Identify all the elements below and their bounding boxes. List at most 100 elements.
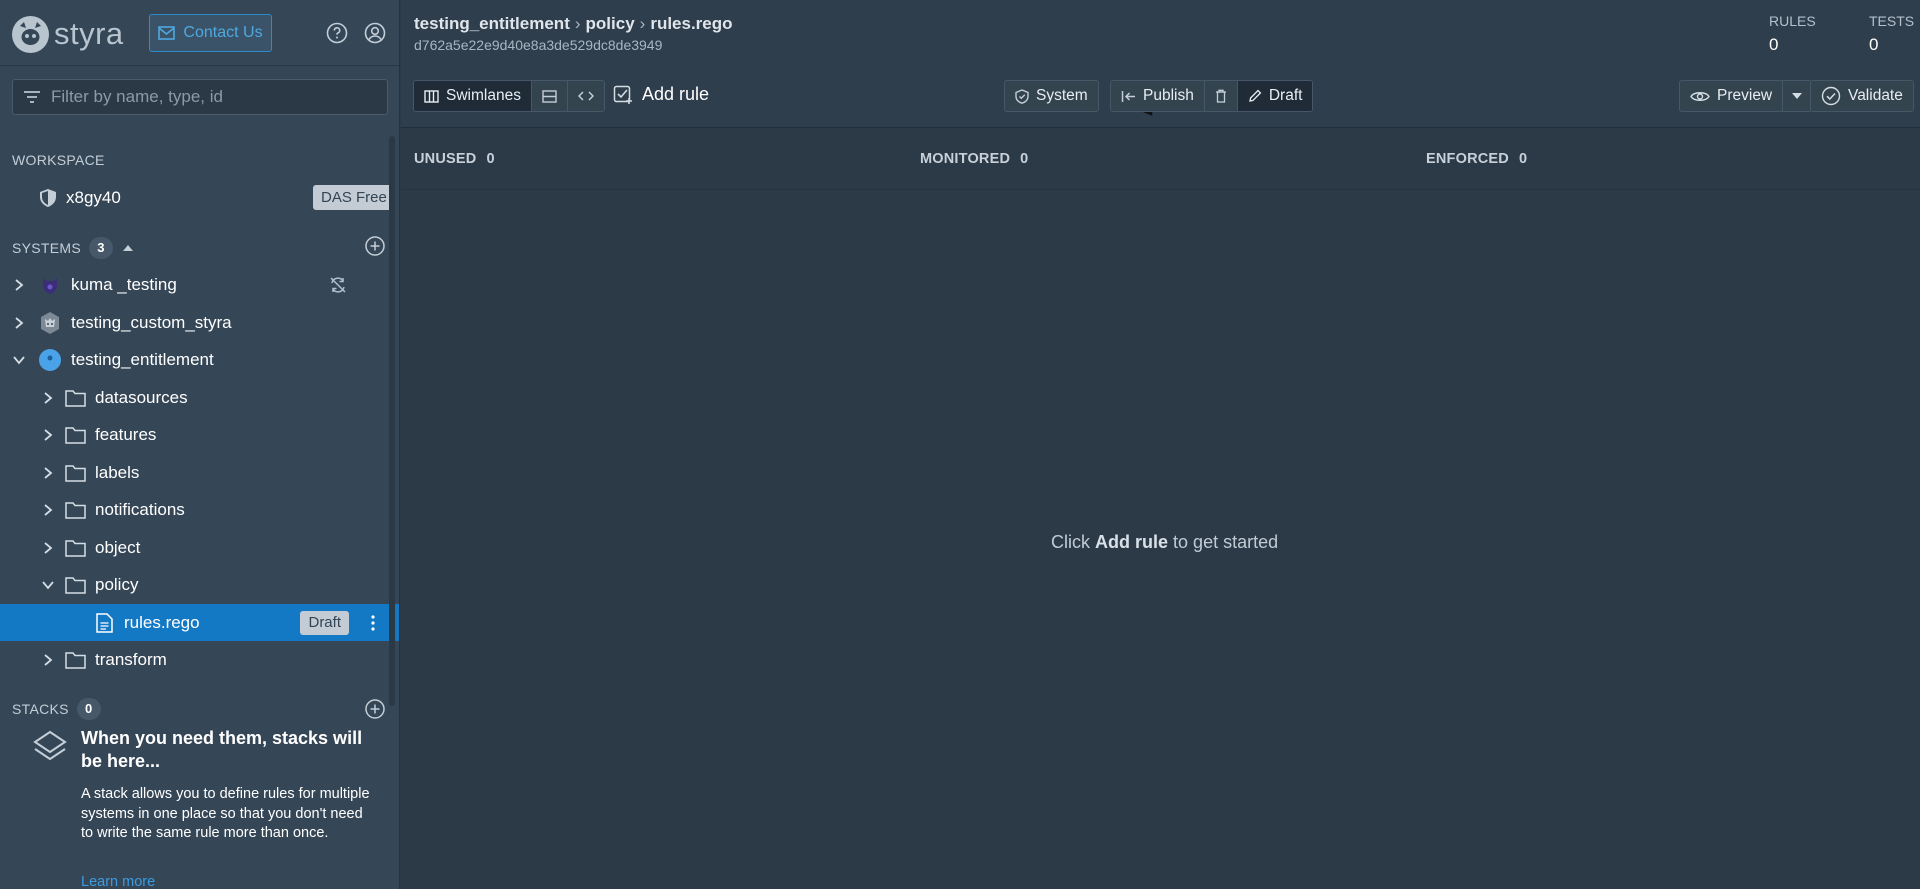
chevron-right-icon[interactable] bbox=[40, 427, 56, 443]
editor-header: testing_entitlement › policy › rules.rego d7… bbox=[401, 0, 1920, 128]
folder-item-features[interactable]: features bbox=[0, 416, 399, 453]
folder-icon bbox=[65, 464, 86, 482]
system-item-kuma-testing[interactable]: kuma _testing bbox=[0, 266, 399, 303]
add-system-icon[interactable] bbox=[364, 235, 386, 257]
systems-count-badge: 3 bbox=[89, 237, 114, 259]
system-item-label: testing_custom_styra bbox=[71, 312, 232, 332]
empty-state-emphasis: Add rule bbox=[1095, 532, 1169, 552]
folder-label: object bbox=[95, 537, 141, 557]
chevron-right-icon[interactable] bbox=[40, 390, 56, 406]
filter-input[interactable] bbox=[51, 87, 371, 107]
logo-text: styra bbox=[54, 16, 124, 51]
draft-button[interactable]: Draft bbox=[1237, 81, 1313, 111]
columns-icon bbox=[424, 89, 439, 103]
folder-label: transform bbox=[95, 649, 167, 669]
main-panel: testing_entitlement › policy › rules.rego d7… bbox=[401, 0, 1920, 889]
validate-group: Validate bbox=[1810, 80, 1914, 112]
swimlanes-view-button[interactable]: Swimlanes bbox=[414, 81, 532, 111]
breadcrumb-system[interactable]: testing_entitlement bbox=[414, 14, 570, 33]
add-stack-icon[interactable] bbox=[364, 698, 386, 720]
publish-icon bbox=[1121, 90, 1135, 102]
chevron-right-icon[interactable] bbox=[40, 652, 56, 668]
swimlane-title: MONITORED bbox=[920, 151, 1011, 167]
chevron-right-icon[interactable] bbox=[40, 540, 56, 556]
chevron-right-icon[interactable] bbox=[40, 502, 56, 518]
folder-item-datasources[interactable]: datasources bbox=[0, 379, 399, 416]
folder-icon bbox=[65, 539, 86, 557]
delete-button[interactable] bbox=[1205, 81, 1238, 111]
swimlane-header: UNUSED 0 MONITORED 0 ENFORCED 0 bbox=[401, 129, 1920, 190]
stacks-count-badge: 0 bbox=[76, 698, 101, 720]
more-vertical-icon[interactable] bbox=[368, 613, 378, 633]
swimlane-title: UNUSED bbox=[414, 151, 477, 167]
breadcrumb-folder[interactable]: policy bbox=[586, 14, 635, 33]
styra-logo-icon bbox=[12, 15, 49, 53]
draft-badge: Draft bbox=[300, 610, 349, 635]
folder-item-policy[interactable]: policy bbox=[0, 566, 399, 603]
code-view-button[interactable] bbox=[568, 81, 604, 111]
preview-button[interactable]: Preview bbox=[1680, 81, 1784, 111]
validate-button[interactable]: Validate bbox=[1811, 81, 1913, 111]
breadcrumb-separator: › bbox=[574, 14, 581, 33]
workspace-label: WORKSPACE bbox=[12, 152, 105, 168]
stacks-empty-title: When you need them, stacks will be here.… bbox=[81, 728, 363, 771]
eye-icon bbox=[1690, 91, 1710, 101]
folder-label: notifications bbox=[95, 499, 185, 519]
help-icon[interactable] bbox=[326, 22, 348, 44]
system-item-testing-custom-styra[interactable]: testing_custom_styra bbox=[0, 304, 399, 341]
filter-box[interactable] bbox=[12, 79, 388, 115]
folder-icon bbox=[65, 501, 86, 519]
caret-up-icon[interactable] bbox=[121, 243, 135, 253]
stacks-layers-icon bbox=[33, 730, 67, 761]
swimlanes-label: Swimlanes bbox=[446, 87, 521, 104]
preview-dropdown-button[interactable] bbox=[1783, 81, 1811, 111]
folder-icon bbox=[65, 651, 86, 669]
chevron-right-icon[interactable] bbox=[11, 277, 27, 293]
folder-label: policy bbox=[95, 574, 139, 594]
swimlane-count: 0 bbox=[1518, 151, 1528, 167]
system-button[interactable]: System bbox=[1005, 81, 1098, 111]
sidebar-scrollbar[interactable] bbox=[389, 136, 395, 706]
swimlane-unused: UNUSED 0 bbox=[414, 151, 495, 167]
contact-us-button[interactable]: Contact Us bbox=[149, 14, 272, 52]
learn-more-link[interactable]: Learn more bbox=[81, 874, 155, 889]
folder-label: labels bbox=[95, 462, 140, 482]
folder-item-object[interactable]: object bbox=[0, 529, 399, 566]
add-rule-button[interactable]: Add rule bbox=[613, 84, 709, 105]
styra-logo[interactable]: styra bbox=[12, 15, 124, 53]
trash-icon bbox=[1215, 89, 1226, 103]
folder-label: features bbox=[95, 424, 157, 444]
sidebar-top: styra Contact Us bbox=[0, 0, 399, 66]
account-icon[interactable] bbox=[364, 22, 386, 44]
kuma-system-icon bbox=[43, 277, 57, 294]
sync-disabled-icon[interactable] bbox=[329, 276, 347, 294]
publish-label: Publish bbox=[1143, 87, 1194, 104]
system-item-testing-entitlement[interactable]: testing_entitlement bbox=[0, 341, 399, 378]
folder-item-transform[interactable]: transform bbox=[0, 641, 399, 678]
swimlane-monitored: MONITORED 0 bbox=[920, 151, 1028, 167]
plan-badge: DAS Free bbox=[313, 185, 395, 210]
filter-icon bbox=[24, 91, 40, 103]
list-view-button[interactable] bbox=[532, 81, 568, 111]
folder-item-notifications[interactable]: notifications bbox=[0, 491, 399, 528]
folder-item-labels[interactable]: labels bbox=[0, 454, 399, 491]
preview-group: Preview bbox=[1679, 80, 1813, 112]
shield-outline-icon bbox=[1015, 88, 1029, 104]
shield-icon bbox=[40, 188, 56, 207]
add-rule-icon bbox=[613, 85, 632, 104]
file-label: rules.rego bbox=[124, 612, 200, 632]
add-rule-label: Add rule bbox=[642, 84, 710, 104]
chevron-down-icon[interactable] bbox=[40, 577, 56, 593]
systems-label: SYSTEMS bbox=[12, 240, 82, 256]
folder-label: datasources bbox=[95, 387, 188, 407]
swimlane-count: 0 bbox=[1020, 151, 1029, 167]
chevron-right-icon[interactable] bbox=[40, 465, 56, 481]
systems-header[interactable]: SYSTEMS 3 bbox=[12, 237, 135, 259]
rules-stat: RULES 0 bbox=[1769, 13, 1816, 55]
publish-button[interactable]: Publish bbox=[1111, 81, 1205, 111]
folder-icon bbox=[65, 576, 86, 594]
file-item-rules-rego[interactable]: rules.rego Draft bbox=[0, 604, 399, 641]
preview-label: Preview bbox=[1717, 87, 1773, 104]
chevron-right-icon[interactable] bbox=[11, 315, 27, 331]
chevron-down-icon[interactable] bbox=[11, 352, 27, 368]
